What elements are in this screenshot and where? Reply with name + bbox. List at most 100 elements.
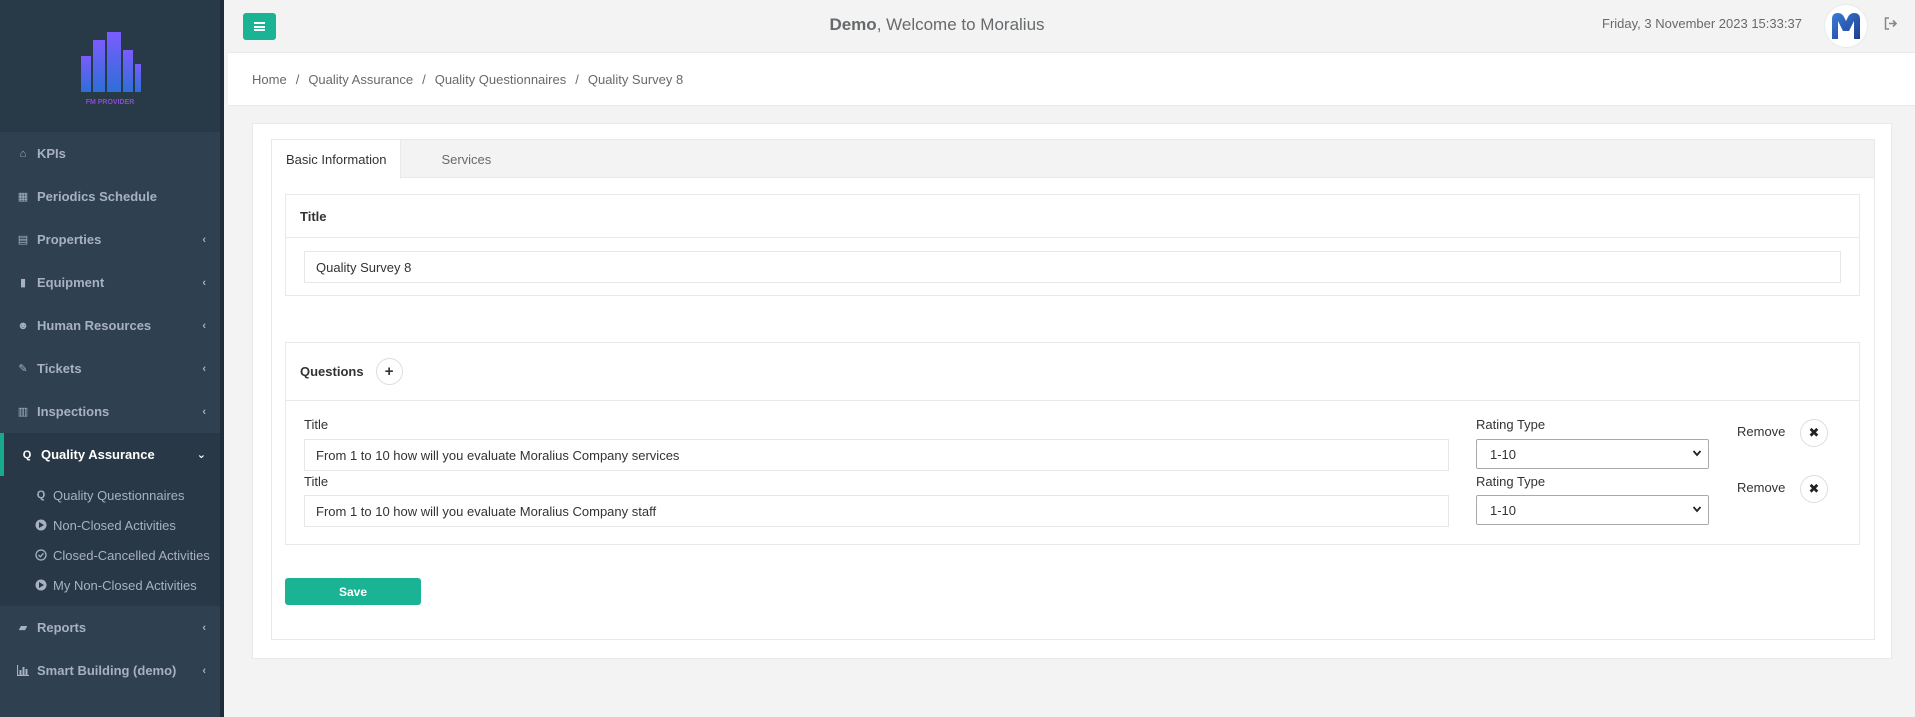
top-bar: Demo, Welcome to Moralius Friday, 3 Nove… — [228, 0, 1915, 53]
welcome-name: Demo — [829, 15, 877, 34]
sidebar-item-reports[interactable]: ▰ Reports ‹ — [0, 606, 220, 649]
close-icon: ✖ — [1808, 425, 1820, 440]
building-icon: ▤ — [17, 234, 29, 246]
remove-question-label[interactable]: Remove — [1737, 424, 1785, 439]
chevron-down-icon: ⌄ — [196, 449, 206, 461]
main-panel: Basic Information Services Title Quality… — [252, 123, 1892, 659]
sidebar-item-label: Smart Building (demo) — [37, 663, 177, 678]
sidebar-nav: ⌂ KPIs ▦ Periodics Schedule ▤ Properties… — [0, 132, 220, 692]
sidebar-item-label: KPIs — [37, 146, 66, 161]
rating-type-value: 1-10 — [1490, 446, 1517, 462]
tab-basic-information[interactable]: Basic Information — [272, 140, 402, 179]
sidebar-subitem-label: My Non-Closed Activities — [53, 577, 197, 593]
sidebar-item-label: Reports — [37, 620, 87, 635]
q-icon: Q — [22, 448, 32, 461]
arrow-circle-icon — [35, 579, 47, 591]
calendar-icon: ▦ — [17, 191, 29, 203]
remove-question-button[interactable]: ✖ — [1800, 475, 1828, 503]
sidebar-item-properties[interactable]: ▤ Properties ‹ — [0, 218, 220, 261]
add-question-button[interactable]: + — [375, 358, 403, 385]
tab-bar: Basic Information Services — [272, 140, 1874, 179]
chevron-down-icon — [1692, 448, 1702, 461]
breadcrumb-home[interactable]: Home — [252, 72, 287, 87]
sidebar-item-label: Human Resources — [37, 318, 152, 333]
welcome-text: , Welcome to Moralius — [876, 15, 1045, 34]
sidebar-item-equipment[interactable]: ▮ Equipment ‹ — [0, 261, 220, 304]
map-icon: ▥ — [17, 406, 29, 418]
sidebar-item-kpis[interactable]: ⌂ KPIs — [0, 132, 220, 175]
questions-section: Questions + Title From 1 to 10 how will … — [285, 342, 1860, 545]
rating-type-label: Rating Type — [1476, 474, 1546, 489]
home-icon: ⌂ — [19, 147, 27, 160]
sidebar-subitem-quality-questionnaires[interactable]: Q Quality Questionnaires — [0, 480, 220, 510]
sidebar-item-smart-building[interactable]: Smart Building (demo) ‹ — [0, 649, 220, 692]
sidebar-item-human-resources[interactable]: ☻ Human Resources ‹ — [0, 304, 220, 347]
sidebar: FM PROVIDER ⌂ KPIs ▦ Periodics Schedule … — [0, 0, 224, 717]
sidebar-subitem-non-closed-activities[interactable]: Non-Closed Activities — [0, 510, 220, 540]
rating-type-value: 1-10 — [1490, 502, 1517, 518]
sidebar-subitem-my-non-closed-activities[interactable]: My Non-Closed Activities — [0, 570, 220, 600]
breadcrumb-current: Quality Survey 8 — [587, 71, 684, 87]
sidebar-item-label: Tickets — [37, 361, 82, 376]
breadcrumb: Home / Quality Assurance / Quality Quest… — [228, 53, 1915, 106]
avatar[interactable] — [1824, 4, 1868, 48]
bar-chart-icon — [17, 665, 29, 677]
survey-title-input[interactable]: Quality Survey 8 — [304, 251, 1841, 283]
rating-type-select[interactable]: 1-10 — [1476, 495, 1709, 525]
sidebar-submenu: Q Quality Questionnaires Non-Closed Acti… — [0, 476, 220, 606]
sidebar-subitem-label: Non-Closed Activities — [53, 517, 176, 533]
current-datetime: Friday, 3 November 2023 15:33:37 — [1602, 16, 1802, 31]
question-title-input[interactable]: From 1 to 10 how will you evaluate Moral… — [304, 495, 1449, 527]
sidebar-subitem-label: Quality Questionnaires — [53, 487, 185, 503]
breadcrumb-separator: / — [295, 71, 300, 87]
arrow-circle-icon — [35, 519, 47, 531]
chevron-left-icon: ‹ — [202, 664, 206, 677]
question-title-label: Title — [304, 417, 329, 432]
welcome-message: Demo, Welcome to Moralius — [228, 15, 1646, 35]
chevron-down-icon — [1692, 504, 1702, 517]
sidebar-subitem-label: Closed-Cancelled Activities — [53, 547, 210, 563]
sidebar-item-periodics-schedule[interactable]: ▦ Periodics Schedule — [0, 175, 220, 218]
pen-icon: ✎ — [18, 363, 28, 375]
users-icon: ☻ — [17, 319, 29, 332]
question-title-input[interactable]: From 1 to 10 how will you evaluate Moral… — [304, 439, 1449, 471]
rating-type-select[interactable]: 1-10 — [1476, 439, 1709, 469]
sign-out-icon[interactable] — [1882, 14, 1900, 32]
moralius-logo-icon — [1832, 13, 1860, 39]
sidebar-subitem-closed-cancelled-activities[interactable]: Closed-Cancelled Activities — [0, 540, 220, 570]
logo-area: FM PROVIDER — [0, 0, 220, 132]
chevron-left-icon: ‹ — [202, 233, 206, 246]
question-title-label: Title — [304, 474, 329, 489]
breadcrumb-separator: / — [575, 71, 579, 87]
tab-services[interactable]: Services — [401, 140, 505, 178]
company-logo: FM PROVIDER — [71, 26, 149, 106]
sidebar-item-label: Inspections — [37, 404, 110, 419]
chevron-left-icon: ‹ — [202, 621, 206, 634]
breadcrumb-quality-questionnaires[interactable]: Quality Questionnaires — [435, 72, 567, 87]
chevron-left-icon: ‹ — [202, 276, 206, 289]
rating-type-label: Rating Type — [1476, 417, 1546, 432]
tab-container: Basic Information Services Title Quality… — [271, 139, 1875, 640]
sidebar-item-label: Properties — [37, 232, 102, 247]
remove-question-label[interactable]: Remove — [1737, 480, 1785, 495]
clipboard-icon: ▮ — [19, 277, 27, 289]
check-circle-icon — [35, 549, 47, 561]
sidebar-item-label: Periodics Schedule — [37, 189, 157, 204]
book-icon: ▰ — [18, 622, 28, 634]
q-icon: Q — [36, 489, 46, 501]
sidebar-item-quality-assurance[interactable]: Q Quality Assurance ⌄ — [0, 433, 220, 476]
remove-question-button[interactable]: ✖ — [1800, 419, 1828, 447]
chevron-left-icon: ‹ — [202, 319, 206, 332]
sidebar-item-inspections[interactable]: ▥ Inspections ‹ — [0, 390, 220, 433]
questions-section-heading: Questions — [300, 364, 364, 379]
sidebar-item-tickets[interactable]: ✎ Tickets ‹ — [0, 347, 220, 390]
logo-text: FM PROVIDER — [85, 99, 135, 106]
sidebar-item-label: Quality Assurance — [41, 447, 155, 462]
chevron-left-icon: ‹ — [202, 405, 206, 418]
sidebar-item-label: Equipment — [37, 275, 105, 290]
chevron-left-icon: ‹ — [202, 362, 206, 375]
title-section-heading: Title — [286, 195, 1859, 238]
save-button[interactable]: Save — [285, 578, 421, 605]
breadcrumb-quality-assurance[interactable]: Quality Assurance — [308, 72, 413, 87]
title-section: Title Quality Survey 8 — [285, 194, 1860, 296]
